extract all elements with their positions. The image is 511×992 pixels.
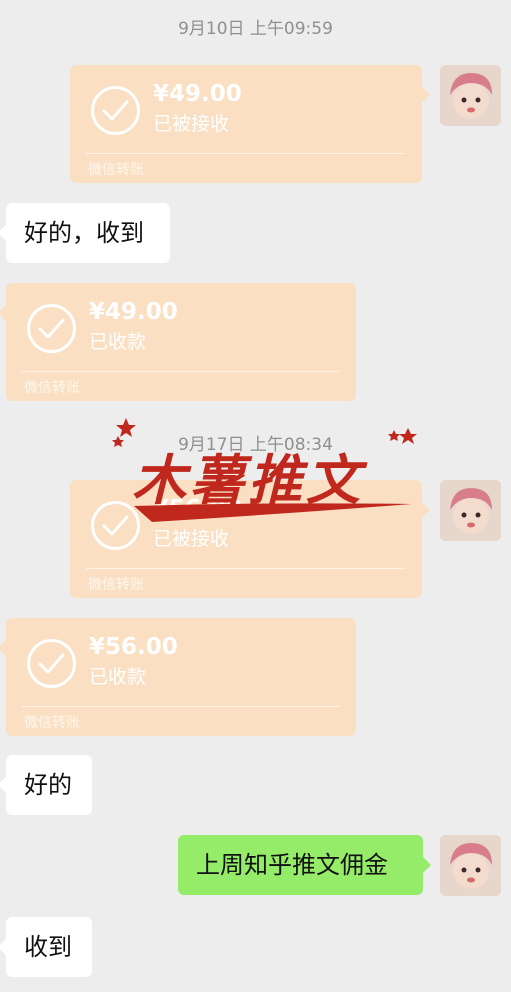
transfer-label: 微信转账 (88, 162, 144, 178)
transfer-amount: ¥49.00 (153, 81, 242, 107)
divider (22, 706, 340, 707)
transfer-label: 微信转账 (24, 715, 80, 731)
transfer-card-received[interactable]: ¥49.00 已收款 微信转账 (0, 283, 356, 401)
transfer-card-sent[interactable]: ¥49.00 已被接收 微信转账 (70, 65, 430, 183)
message-bubble-received[interactable]: 好的，收到 (0, 203, 170, 263)
transfer-card-received[interactable]: ¥56.00 已收款 微信转账 (0, 618, 356, 736)
message-text: 收到 (24, 933, 72, 961)
watermark-logo: 木薯推文 (112, 418, 422, 530)
divider (86, 568, 406, 569)
check-circle-icon (27, 304, 76, 353)
divider (86, 153, 406, 154)
transfer-status: 已收款 (89, 331, 147, 353)
avatar[interactable] (440, 65, 501, 126)
avatar[interactable] (440, 835, 501, 896)
message-text: 好的 (24, 771, 72, 799)
check-circle-icon (27, 639, 76, 688)
timestamp: 9月10日 上午09:59 (178, 19, 333, 39)
transfer-amount: ¥56.00 (89, 634, 178, 660)
transfer-status: 已收款 (89, 666, 147, 688)
divider (22, 371, 340, 372)
message-bubble-received[interactable]: 好的 (0, 755, 92, 815)
message-bubble-received[interactable]: 收到 (0, 917, 92, 977)
message-text: 上周知乎推文佣金 (196, 851, 388, 879)
message-bubble-sent[interactable]: 上周知乎推文佣金 (178, 835, 431, 895)
watermark-text: 木薯推文 (132, 449, 364, 512)
avatar[interactable] (440, 480, 501, 541)
check-circle-icon (91, 86, 140, 135)
message-text: 好的，收到 (24, 219, 144, 247)
transfer-label: 微信转账 (24, 380, 80, 396)
transfer-label: 微信转账 (88, 577, 144, 593)
transfer-amount: ¥49.00 (89, 299, 178, 325)
transfer-status: 已被接收 (153, 113, 230, 135)
